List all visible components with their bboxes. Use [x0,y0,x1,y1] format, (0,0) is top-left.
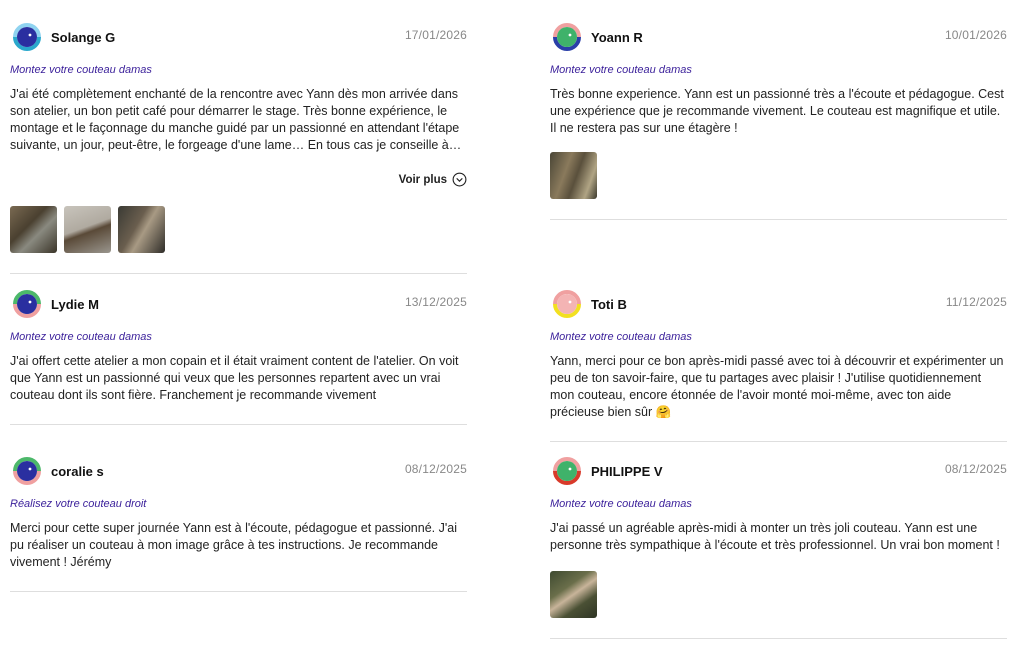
avatar-face-icon [553,457,581,485]
review-divider [550,638,1007,639]
reviewer-name: Toti B [591,297,627,312]
reviewer-name: Lydie M [51,297,99,312]
review-text: Très bonne experience. Yann est un passi… [550,87,1004,135]
reviewer-name: Solange G [51,30,116,45]
avatar-face-icon [553,290,581,318]
review-divider [550,219,1007,220]
review-date: 10/01/2026 [944,28,1007,42]
review-card: Toti B 11/12/2025 Montez votre couteau d… [550,285,1007,442]
review-product-link[interactable]: Montez votre couteau damas [550,498,692,510]
review-card: PHILIPPE V 08/12/2025 Montez votre coute… [550,452,1007,640]
review-date: 11/12/2025 [945,295,1007,309]
review-photos [550,152,597,199]
review-header: coralie s 08/12/2025 [10,452,467,492]
review-product-link[interactable]: Réalisez votre couteau droit [10,498,146,510]
review-photo[interactable] [550,152,597,199]
avatar-face-icon [553,23,581,51]
review-date: 17/01/2026 [404,28,467,42]
review-card: Lydie M 13/12/2025 Montez votre couteau … [10,285,467,425]
avatar-face-icon [13,23,41,51]
chevron-down-circle-icon [452,172,467,187]
review-text: J'ai été complètement enchanté de la ren… [10,87,462,152]
reviewer-name: coralie s [51,464,104,479]
review-photo[interactable] [10,206,57,253]
review-divider [550,441,1007,442]
reviewer-name: PHILIPPE V [591,464,663,479]
review-header: Solange G 17/01/2026 [10,18,467,58]
review-header: Yoann R 10/01/2026 [550,18,1007,58]
review-date: 08/12/2025 [404,462,467,476]
avatar-face-icon [13,290,41,318]
review-date: 13/12/2025 [404,295,467,309]
review-card: Yoann R 10/01/2026 Montez votre couteau … [550,18,1007,220]
review-divider [10,273,467,274]
review-card: coralie s 08/12/2025 Réalisez votre cout… [10,452,467,592]
review-product-link[interactable]: Montez votre couteau damas [550,64,692,76]
reviewer-name: Yoann R [591,30,643,45]
review-text: J'ai offert cette atelier a mon copain e… [10,354,459,402]
review-photos [550,571,597,618]
review-text: Merci pour cette super journée Yann est … [10,521,457,569]
review-divider [10,591,467,592]
review-photo[interactable] [118,206,165,253]
review-date: 08/12/2025 [944,462,1007,476]
review-header: Lydie M 13/12/2025 [10,285,467,325]
review-text: J'ai passé un agréable après-midi à mont… [550,521,1000,552]
review-divider [10,424,467,425]
review-product-link[interactable]: Montez votre couteau damas [10,64,152,76]
see-more-button[interactable]: Voir plus [399,172,467,187]
review-photo[interactable] [64,206,111,253]
see-more-label: Voir plus [398,173,447,186]
review-product-link[interactable]: Montez votre couteau damas [550,331,692,343]
review-product-link[interactable]: Montez votre couteau damas [10,331,152,343]
review-photo[interactable] [550,571,597,618]
review-header: PHILIPPE V 08/12/2025 [550,452,1007,492]
review-text: Yann, merci pour ce bon après-midi passé… [550,354,1004,419]
review-card: Solange G 17/01/2026 Montez votre coutea… [10,18,467,274]
review-header: Toti B 11/12/2025 [550,285,1007,325]
avatar-face-icon [13,457,41,485]
review-photos [10,206,165,253]
